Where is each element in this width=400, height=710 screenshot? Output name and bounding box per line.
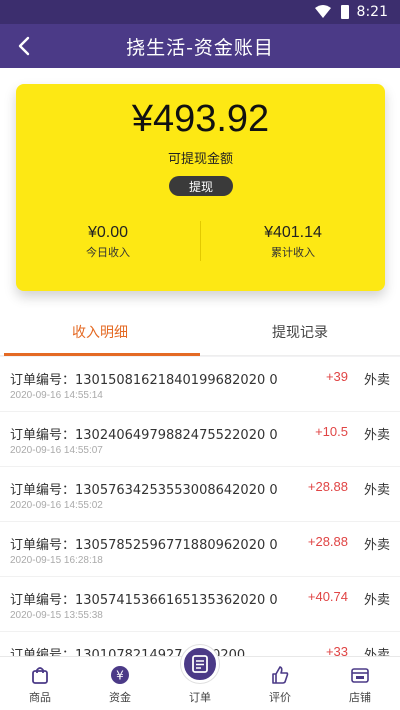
list-item[interactable]: 订单编号：13057415366165135362020 0 2020-09-1… [0,577,400,632]
list-item[interactable]: 订单编号：13057634253553008642020 0 2020-09-1… [0,467,400,522]
total-income: ¥401.14 累计收入 [201,224,385,260]
today-income: ¥0.00 今日收入 [16,224,200,260]
withdrawable-amount: ¥493.92 [131,98,270,140]
status-time: 8:21 [356,4,388,20]
balance-card: ¥493.92 可提现金额 提现 ¥0.00 今日收入 ¥401.14 累计收入 [16,84,385,291]
order-number: 订单编号：13015081621840199682020 0 [10,373,278,388]
nav-item-reviews[interactable]: 评价 [240,657,320,710]
nav-item-store[interactable]: 店铺 [320,657,400,710]
order-time: 2020-09-16 14:55:07 [10,445,103,456]
withdrawable-label: 可提现金额 [167,152,233,167]
page-title: 挠生活-资金账目 [126,36,274,59]
withdraw-button[interactable]: 提现 [169,176,233,196]
nav-label: 店铺 [349,691,371,704]
today-income-value: ¥0.00 [87,224,129,241]
order-time: 2020-09-15 13:55:38 [10,610,103,621]
order-time: 2020-09-15 16:28:18 [10,555,103,566]
nav-item-products[interactable]: 商品 [0,657,80,710]
order-icon [192,655,208,673]
nav-label: 评价 [269,691,291,704]
bag-icon [32,667,48,684]
thumbs-up-icon [272,666,289,684]
order-time: 2020-09-16 14:55:02 [10,500,103,511]
status-bar: 8:21 [0,0,400,24]
total-income-value: ¥401.14 [264,224,322,241]
back-button[interactable] [8,30,40,62]
nav-item-funds[interactable]: ¥ 资金 [80,657,160,710]
list-item[interactable]: 订单编号：13015081621840199682020 0 2020-09-1… [0,357,400,412]
order-type: 外卖 [363,538,390,553]
wifi-icon [314,5,331,18]
tab-withdraw-records[interactable]: 提现记录 [200,308,400,356]
order-number: 订单编号：13057852596771880962020 0 [10,538,278,553]
header: 挠生活-资金账目 [0,24,400,68]
income-delta: +28.88 [307,479,348,494]
nav-label: 订单 [189,691,211,704]
order-number: 订单编号：13024064979882475522020 0 [10,428,278,443]
order-type: 外卖 [363,483,390,498]
order-type: 外卖 [363,593,390,608]
tab-income-details[interactable]: 收入明细 [0,308,200,356]
income-delta: +10.5 [315,424,348,439]
order-number: 订单编号：13057415366165135362020 0 [10,593,278,608]
income-delta: +28.88 [307,534,348,549]
list-item[interactable]: 订单编号：13024064979882475522020 0 2020-09-1… [0,412,400,467]
battery-icon [340,5,349,19]
income-delta: +40.74 [307,589,348,604]
svg-text:¥: ¥ [116,669,124,683]
nav-label: 资金 [109,691,131,704]
store-icon [351,668,369,683]
income-delta: +39 [325,369,348,384]
today-income-label: 今日收入 [86,246,130,259]
income-list[interactable]: 订单编号：13015081621840199682020 0 2020-09-1… [0,357,400,657]
order-type: 外卖 [363,373,390,388]
orders-center-button[interactable] [181,645,219,683]
order-time: 2020-09-16 14:55:14 [10,390,103,401]
list-item[interactable]: 订单编号：13057852596771880962020 0 2020-09-1… [0,522,400,577]
order-number: 订单编号：13057634253553008642020 0 [10,483,278,498]
order-type: 外卖 [363,428,390,443]
yen-icon: ¥ [111,666,129,684]
nav-label: 商品 [29,691,51,704]
total-income-label: 累计收入 [271,246,315,259]
tab-bar: 收入明细 提现记录 [0,308,400,356]
chevron-left-icon [18,36,30,56]
